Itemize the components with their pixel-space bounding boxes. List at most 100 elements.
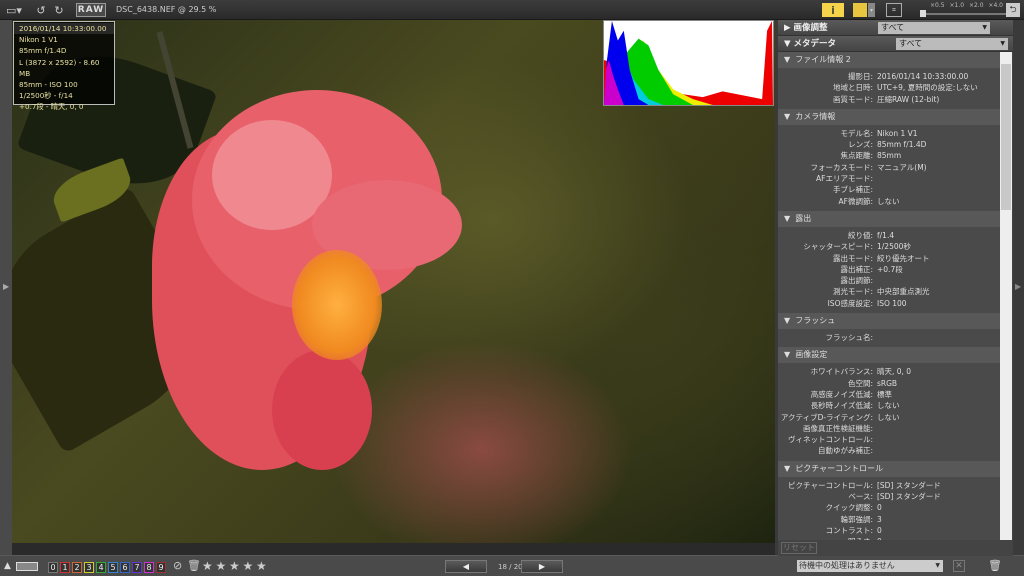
overlay-lens: 85mm f/1.4D [19, 46, 67, 56]
fit-screen-icon[interactable]: ⌗ [886, 3, 902, 17]
adjust-label: 画像調整 [793, 23, 828, 33]
metadata-row: 輪郭強調: 3 [778, 514, 1000, 525]
metadata-value [875, 184, 877, 195]
section-header[interactable]: ▼ フラッシュ [778, 313, 1000, 330]
color-label-7[interactable]: 7 [132, 562, 142, 573]
metadata-row: 自動ゆがみ補正: [778, 445, 1000, 456]
metadata-row: モデル名: Nikon 1 V1 [778, 128, 1000, 139]
metadata-select[interactable]: すべて ▼ [896, 38, 1008, 50]
star-icon[interactable]: ★ [216, 559, 227, 573]
adjust-select[interactable]: すべて ▼ [878, 22, 990, 34]
raw-button[interactable]: RAW [76, 3, 106, 17]
color-label-4[interactable]: 4 [96, 562, 106, 573]
rotate-right-icon[interactable]: ↻ [52, 3, 66, 17]
color-label-9[interactable]: 9 [156, 562, 166, 573]
star-icon[interactable]: ★ [229, 559, 240, 573]
metadata-key: ベース: [848, 492, 873, 502]
scrollbar-thumb[interactable] [1001, 64, 1011, 210]
metadata-value: f/1.4 [877, 230, 895, 240]
metadata-value [875, 445, 877, 456]
metadata-value: しない [877, 196, 900, 206]
color-label-5[interactable]: 5 [108, 562, 118, 573]
metadata-row: 手ブレ補正: [778, 184, 1000, 195]
star-icon[interactable]: ★ [256, 559, 267, 573]
section-header[interactable]: ▼ 画像設定 [778, 347, 1000, 364]
zoom-slider[interactable] [920, 13, 1010, 15]
delete-icon[interactable]: 🗑 [988, 559, 1002, 572]
metadata-row: ベース: [SD] スタンダード [778, 491, 1000, 502]
color-label-0[interactable]: 0 [48, 562, 58, 573]
undo-icon[interactable]: ⮌ [1006, 3, 1020, 17]
filmstrip-toggle-icon[interactable]: ▲ [4, 561, 11, 571]
metadata-row: 測光モード: 中央部重点測光 [778, 286, 1000, 297]
histogram-dropdown[interactable]: ▾ [868, 3, 875, 17]
section-title: フラッシュ [795, 316, 836, 326]
expand-arrow-icon: ▼ [784, 39, 791, 49]
filmstrip-layout-icon[interactable] [16, 562, 38, 571]
zoom-slider-thumb[interactable] [920, 10, 926, 17]
section-header[interactable]: ▼ 露出 [778, 210, 1000, 227]
adjust-panel-header[interactable]: ▶ 画像調整 すべて ▼ [778, 20, 1013, 36]
metadata-row: ISO感度設定: ISO 100 [778, 298, 1000, 309]
left-panel-toggle[interactable]: ▶ [0, 20, 12, 555]
overlay-comp-wb: +0.7段 - 晴天, 0, 0 [19, 102, 84, 112]
layout-menu-button[interactable]: ▭▾ [4, 3, 24, 17]
section-title: ピクチャーコントロール [795, 463, 884, 473]
prev-image-button[interactable]: ◀ [445, 560, 487, 573]
metadata-row: アクティブD-ライティング: しない [778, 412, 1000, 423]
section-header[interactable]: ▼ カメラ情報 [778, 108, 1000, 125]
color-label-6[interactable]: 6 [120, 562, 130, 573]
metadata-value: [SD] スタンダード [877, 480, 941, 490]
collapse-right-icon[interactable]: ▶ [1015, 282, 1021, 291]
expand-left-icon[interactable]: ▶ [3, 282, 9, 291]
metadata-row: 色空間: sRGB [778, 378, 1000, 389]
no-rating-icon[interactable]: ⊘ [173, 559, 182, 572]
histogram-button[interactable] [853, 3, 867, 17]
expand-arrow-icon: ▼ [784, 213, 791, 223]
viewer-status-strip [12, 543, 775, 555]
next-image-button[interactable]: ▶ [521, 560, 563, 573]
metadata-key: モデル名: [840, 128, 873, 138]
info-button[interactable]: i [822, 3, 844, 17]
metadata-row: ホワイトバランス: 晴天, 0, 0 [778, 366, 1000, 377]
expand-arrow-icon: ▼ [784, 463, 791, 473]
color-label-3[interactable]: 3 [84, 562, 94, 573]
metadata-key: ホワイトバランス: [810, 367, 873, 377]
metadata-row: 長秒時ノイズ低減: しない [778, 400, 1000, 411]
color-label-8[interactable]: 8 [144, 562, 154, 573]
queue-status-dropdown[interactable]: 待機中の処理はありません ▼ [797, 560, 943, 572]
metadata-row: 焦点距離: 85mm [778, 150, 1000, 161]
section-header[interactable]: ▼ ファイル情報 2 [778, 52, 1000, 68]
metadata-value: 85mm [877, 151, 902, 161]
metadata-key: 自動ゆがみ補正: [817, 446, 873, 456]
expand-arrow-icon: ▼ [784, 111, 791, 121]
star-icon[interactable]: ★ [243, 559, 254, 573]
metadata-row: 露出モード: 絞り優先オート [778, 253, 1000, 264]
metadata-row: レンズ: 85mm f/1.4D [778, 139, 1000, 150]
star-icon[interactable]: ★ [202, 559, 213, 573]
metadata-value: [SD] スタンダード [877, 492, 941, 502]
reset-button[interactable]: リセット [781, 542, 817, 554]
metadata-key: 輪郭強調: [840, 514, 873, 524]
rotate-left-icon[interactable]: ↺ [34, 3, 48, 17]
metadata-value: 圧縮RAW (12-bit) [877, 94, 940, 104]
trash-rating-icon[interactable]: 🗑 [187, 559, 201, 572]
collapse-arrow-icon: ▶ [784, 23, 791, 33]
section-title: 露出 [795, 213, 812, 223]
metadata-key: 高感度ノイズ低減: [810, 389, 873, 399]
metadata-row: 撮影日: 2016/01/14 10:33:00.00 [778, 71, 1000, 82]
cancel-queue-icon[interactable]: ✕ [953, 560, 965, 572]
expand-arrow-icon: ▼ [784, 55, 791, 64]
metadata-row: フラッシュ名: [778, 332, 1000, 343]
color-label-2[interactable]: 2 [72, 562, 82, 573]
metadata-panel-header[interactable]: ▼ メタデータ すべて ▼ [778, 36, 1013, 52]
metadata-list: ▼ ファイル情報 2 撮影日: 2016/01/14 10:33:00.00 地域と日… [778, 52, 1000, 540]
zoom-labels: ×0.5 ×1.0 ×2.0 ×4.0 [930, 2, 1003, 9]
right-panel-toggle[interactable]: ▶ [1013, 20, 1024, 555]
metadata-row: 露出補正: +0.7段 [778, 264, 1000, 275]
color-label-1[interactable]: 1 [60, 562, 70, 573]
metadata-value [875, 332, 877, 343]
metadata-key: 撮影日: [847, 72, 873, 81]
section-header[interactable]: ▼ ピクチャーコントロール [778, 460, 1000, 477]
metadata-row: 画質モード: 圧縮RAW (12-bit) [778, 94, 1000, 105]
